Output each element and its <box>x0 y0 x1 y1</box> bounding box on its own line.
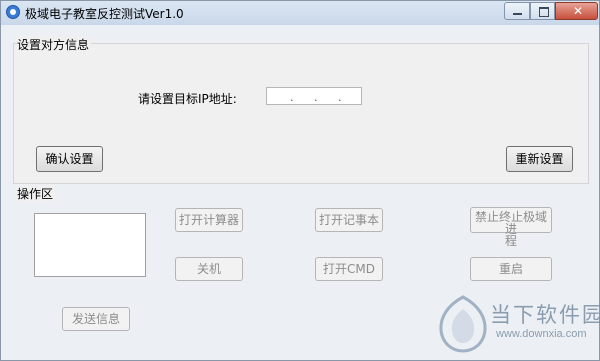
watermark: 当下软件园 www.downxia.com <box>438 295 600 355</box>
ip-dot: . <box>314 91 318 104</box>
close-button[interactable]: ✕ <box>555 2 598 20</box>
open-calculator-button[interactable]: 打开计算器 <box>175 208 243 232</box>
minimize-icon <box>513 13 522 15</box>
block-kill-label-line1: 禁止终止极域进 <box>474 210 547 236</box>
restart-button[interactable]: 重启 <box>470 257 552 281</box>
open-notepad-button[interactable]: 打开记事本 <box>315 208 383 232</box>
watermark-text: 当下软件园 <box>490 303 600 327</box>
ip-dot: . <box>338 91 342 104</box>
close-icon: ✕ <box>573 4 584 18</box>
confirm-settings-button[interactable]: 确认设置 <box>36 146 103 172</box>
shutdown-button[interactable]: 关机 <box>175 257 243 281</box>
open-cmd-button[interactable]: 打开CMD <box>315 257 383 281</box>
block-kill-process-button[interactable]: 禁止终止极域进 程 <box>470 207 552 247</box>
maximize-icon <box>539 7 549 17</box>
ops-group-label: 操作区 <box>17 185 56 202</box>
window-title: 极域电子教室反控测试Ver1.0 <box>25 7 184 21</box>
ip-address-input[interactable]: . . . <box>266 87 362 105</box>
app-window: 极域电子教室反控测试Ver1.0 ✕ 设置对方信息 请设置目标IP地址: . .… <box>0 0 600 361</box>
ip-dot: . <box>290 91 294 104</box>
ip-label: 请设置目标IP地址: <box>138 92 237 106</box>
app-icon <box>6 5 20 19</box>
block-kill-label-line2: 程 <box>504 234 517 248</box>
settings-group-label: 设置对方信息 <box>17 36 92 53</box>
reset-settings-button[interactable]: 重新设置 <box>506 146 573 172</box>
title-bar[interactable]: 极域电子教室反控测试Ver1.0 ✕ <box>1 1 599 25</box>
maximize-button[interactable] <box>530 2 555 20</box>
message-textarea[interactable] <box>34 213 146 277</box>
minimize-button[interactable] <box>504 2 530 20</box>
watermark-url: www.downxia.com <box>496 328 587 340</box>
watermark-logo-icon <box>439 295 487 353</box>
send-message-button[interactable]: 发送信息 <box>62 307 130 331</box>
